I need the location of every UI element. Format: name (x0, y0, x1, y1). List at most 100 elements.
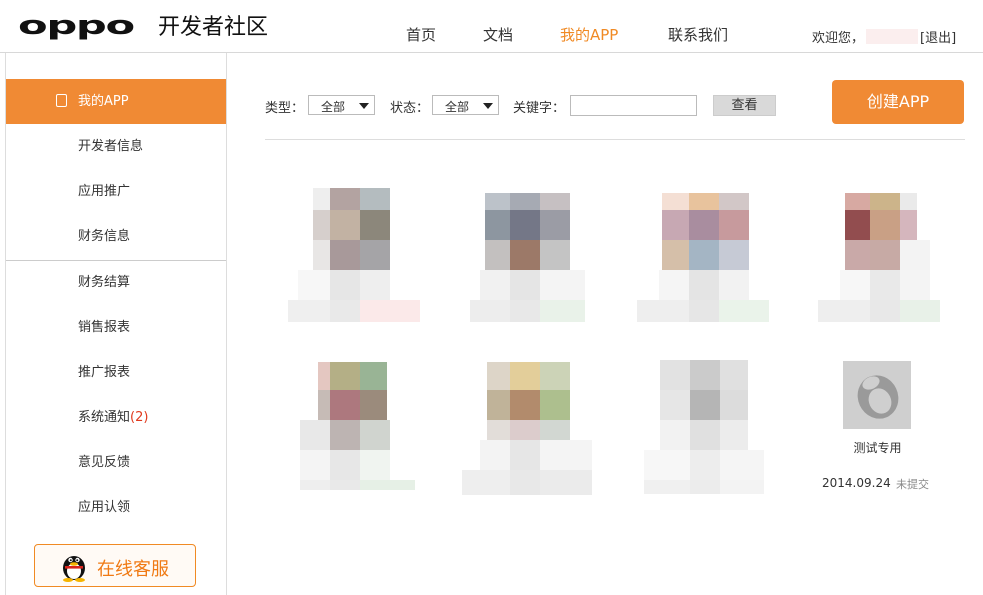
app-card[interactable] (462, 358, 612, 508)
pixelated-thumbnail-block (360, 420, 390, 450)
pixelated-thumbnail-block (660, 420, 690, 450)
online-service-button[interactable]: 在线客服 (34, 544, 196, 587)
pixelated-thumbnail-block (540, 440, 592, 470)
pixelated-thumbnail-block (510, 193, 540, 210)
app-card[interactable] (283, 183, 433, 333)
pixelated-thumbnail-block (330, 270, 360, 300)
pixelated-thumbnail-block (485, 193, 510, 210)
nav-home[interactable]: 首页 (406, 24, 436, 45)
pixelated-thumbnail-block (720, 390, 748, 420)
pixelated-thumbnail-block (540, 300, 585, 322)
app-card[interactable] (285, 358, 435, 508)
view-button[interactable]: 查看 (713, 95, 776, 116)
qq-penguin-icon (63, 556, 85, 582)
pixelated-thumbnail-block (690, 450, 720, 480)
logo-mark: oppo (18, 9, 135, 41)
keyword-input[interactable] (570, 95, 697, 116)
pixelated-thumbnail-block (510, 362, 540, 390)
oppo-logo[interactable]: oppo 开发者社区 (18, 8, 268, 42)
sidebar-item-label: 推广报表 (78, 365, 131, 380)
pixelated-thumbnail-block (719, 210, 749, 240)
nav-my-app[interactable]: 我的APP (560, 24, 618, 45)
pixelated-thumbnail-block (689, 270, 719, 300)
pixelated-thumbnail-block (900, 300, 940, 322)
sidebar-item-label: 财务结算 (78, 275, 131, 290)
pixelated-thumbnail-block (720, 480, 764, 494)
pixelated-thumbnail-block (485, 210, 510, 240)
type-label: 类型： (265, 101, 305, 116)
pixelated-thumbnail-block (662, 193, 689, 210)
sidebar-item-sales-report[interactable]: 销售报表 (6, 305, 226, 350)
pixelated-thumbnail-block (662, 240, 689, 270)
type-select[interactable]: 全部 (308, 95, 375, 115)
pixelated-thumbnail-block (487, 420, 510, 440)
logout-link[interactable]: [退出] (920, 27, 956, 46)
create-app-button[interactable]: 创建APP (832, 80, 964, 124)
pixelated-thumbnail-block (480, 270, 510, 300)
app-card-test[interactable]: 测试专用 2014.09.24 未提交 (820, 360, 950, 500)
pixelated-thumbnail-block (845, 193, 870, 210)
pixelated-thumbnail-block (318, 362, 330, 390)
sidebar-item-label: 系统通知(2) (78, 395, 148, 440)
app-card[interactable] (635, 183, 785, 333)
app-card[interactable] (815, 183, 965, 333)
pixelated-thumbnail-block (719, 270, 749, 300)
top-header: oppo 开发者社区 首页 文档 我的APP 联系我们 欢迎您， [退出] (0, 0, 983, 53)
sidebar-item-notifications[interactable]: 系统通知(2) (6, 395, 226, 440)
pixelated-thumbnail-block (540, 193, 570, 210)
pixelated-thumbnail-block (644, 480, 690, 494)
nav-contact[interactable]: 联系我们 (668, 24, 728, 45)
sidebar-item-label: 销售报表 (78, 320, 131, 335)
status-select[interactable]: 全部 (432, 95, 499, 115)
sidebar-item-label: 应用认领 (78, 500, 131, 515)
pixelated-thumbnail-block (300, 480, 330, 490)
chevron-down-icon (483, 103, 493, 109)
sidebar-item-app-claim[interactable]: 应用认领 (6, 485, 226, 530)
pixelated-thumbnail-block (719, 300, 769, 322)
pixelated-thumbnail-block (540, 470, 592, 495)
app-date: 2014.09.24 (822, 476, 891, 490)
pixelated-thumbnail-block (330, 210, 360, 240)
app-card[interactable] (644, 358, 794, 508)
sidebar-item-feedback[interactable]: 意见反馈 (6, 440, 226, 485)
pixelated-thumbnail-block (659, 270, 689, 300)
pixelated-thumbnail-block (840, 270, 870, 300)
pixelated-thumbnail-block (360, 390, 387, 420)
pixelated-thumbnail-block (818, 300, 870, 322)
pixelated-thumbnail-block (330, 240, 360, 270)
pixelated-thumbnail-block (360, 188, 390, 210)
pixelated-thumbnail-block (510, 300, 540, 322)
pixelated-thumbnail-block (690, 360, 720, 390)
sidebar-item-finance-info[interactable]: 财务信息 (6, 214, 226, 259)
app-card[interactable] (465, 183, 615, 333)
sidebar-item-label: 财务信息 (78, 229, 131, 244)
pixelated-thumbnail-block (487, 390, 510, 420)
pixelated-thumbnail-block (510, 390, 540, 420)
content-divider (265, 139, 965, 140)
pixelated-thumbnail-block (900, 270, 930, 300)
app-status: 未提交 (896, 478, 929, 491)
pixelated-thumbnail-block (330, 420, 360, 450)
pixelated-thumbnail-block (487, 362, 510, 390)
pixelated-thumbnail-block (870, 210, 900, 240)
sidebar-item-app-promotion[interactable]: 应用推广 (6, 169, 226, 214)
sidebar-item-developer-info[interactable]: 开发者信息 (6, 124, 226, 169)
pixelated-thumbnail-block (470, 300, 510, 322)
sidebar-item-promotion-report[interactable]: 推广报表 (6, 350, 226, 395)
pixelated-thumbnail-block (360, 300, 420, 322)
pixelated-thumbnail-block (330, 390, 360, 420)
pixelated-thumbnail-block (720, 420, 748, 450)
pixelated-thumbnail-block (360, 450, 390, 480)
pixelated-thumbnail-block (510, 240, 540, 270)
sidebar-item-settlement[interactable]: 财务结算 (6, 260, 226, 305)
pixelated-thumbnail-block (690, 390, 720, 420)
pixelated-thumbnail-block (330, 300, 360, 322)
nav-docs[interactable]: 文档 (483, 24, 513, 45)
pixelated-thumbnail-block (510, 210, 540, 240)
status-label: 状态： (390, 101, 430, 116)
pixelated-thumbnail-block (540, 362, 570, 390)
sidebar-item-my-app[interactable]: 我的APP (6, 79, 226, 124)
pixelated-thumbnail-block (720, 450, 764, 480)
pixelated-thumbnail-block (510, 420, 540, 440)
welcome-text: 欢迎您， (812, 31, 865, 46)
